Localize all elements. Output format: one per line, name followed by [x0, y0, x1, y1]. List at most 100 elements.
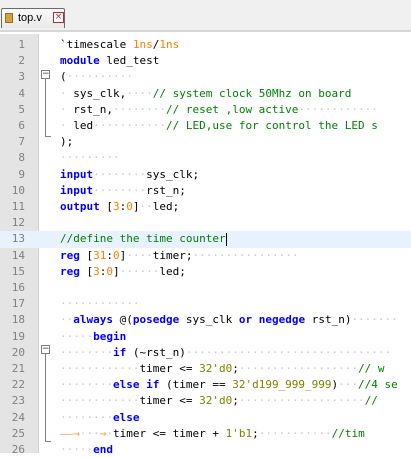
code-token: · — [60, 86, 67, 100]
code-token: negedge — [258, 313, 306, 327]
code-token: ; — [232, 362, 239, 375]
code-token: ; — [252, 426, 259, 440]
code-token: ················ — [192, 248, 299, 262]
code-line[interactable]: 8 ········· — [0, 150, 411, 166]
line-number: 24 — [11, 410, 25, 424]
line-number: 6 — [18, 119, 25, 132]
tab-bar: top.v × — [0, 0, 411, 32]
tab-divider — [0, 30, 411, 32]
code-line[interactable]: 16 — [0, 280, 411, 296]
code-text: · rst_n,········// reset ,low active····… — [60, 102, 378, 118]
code-token: 3 — [113, 200, 120, 213]
code-token: posedge — [132, 313, 180, 327]
code-token: ············ — [298, 102, 378, 116]
code-token: 1ns — [132, 38, 153, 51]
code-token: 32'd0 — [199, 362, 233, 375]
code-token: : — [106, 248, 113, 262]
code-token: sys_clk, — [66, 86, 127, 100]
code-token: 0 — [106, 264, 113, 278]
code-token: //tim — [331, 426, 365, 440]
fold-collapse-icon[interactable]: − — [41, 70, 50, 79]
code-line[interactable]: 12 — [0, 215, 411, 231]
tab-top-v[interactable]: top.v × — [1, 8, 65, 28]
line-number: 1 — [18, 38, 25, 51]
code-line[interactable]: 6 · led···········// LED,use for control … — [0, 118, 411, 134]
code-text: ············ — [60, 296, 139, 312]
code-text: ············timer <= 32'd0;·············… — [60, 393, 378, 409]
code-line[interactable]: 25 ——→···→·timer <= timer + 1'b1;········… — [0, 426, 411, 442]
close-icon[interactable]: × — [53, 12, 64, 23]
code-token: input — [60, 167, 94, 181]
code-token: 1'b1 — [225, 426, 253, 440]
code-line[interactable]: 1 `timescale 1ns/1ns — [0, 37, 411, 53]
code-token: else — [112, 410, 140, 424]
code-line[interactable]: 23 ············timer <= 32'd0;···········… — [0, 393, 411, 409]
code-line[interactable]: 5 · rst_n,········// reset ,low active···… — [0, 102, 411, 118]
code-token: //4 se — [358, 378, 398, 392]
code-token: ········ — [112, 102, 166, 116]
code-token: timer <= — [139, 362, 200, 375]
code-token: ········ — [93, 167, 147, 181]
code-token: ] — [132, 200, 140, 213]
code-text: input········sys_clk; — [60, 167, 199, 183]
code-line[interactable]: 2 module led_test — [0, 53, 411, 69]
code-line[interactable]: 3 (·········· — [0, 69, 411, 85]
code-text: ············timer <= 32'd0;·············… — [60, 361, 385, 377]
code-editor[interactable]: 1 `timescale 1ns/1ns 2 module led_test 3 (···… — [0, 34, 411, 456]
line-number: 2 — [18, 54, 25, 68]
code-token: ; — [232, 394, 239, 408]
code-text: · sys_clk,····// system clock 50Mhz on b… — [60, 86, 351, 102]
code-line[interactable]: 22 ········else if (timer == 32'd199_999_… — [0, 377, 411, 393]
code-token: rst_n) — [305, 313, 352, 327]
code-line[interactable]: 11 output [3:0]··led; — [0, 199, 411, 215]
code-token: ········ — [60, 378, 113, 392]
tab-label: top.v — [18, 12, 42, 24]
code-token: · — [60, 119, 67, 132]
line-number: 12 — [11, 216, 25, 230]
code-line[interactable]: 18 ··always @(posedge sys_clk or negedge … — [0, 312, 411, 328]
line-number: 14 — [11, 248, 25, 262]
code-line[interactable]: 13 //define the time counter — [0, 231, 411, 248]
code-line[interactable]: 19 ·····begin — [0, 329, 411, 345]
code-token: ); — [60, 135, 74, 149]
code-token: timer <= timer + — [113, 426, 226, 440]
code-line[interactable]: 7); — [0, 134, 411, 150]
code-token: 31 — [93, 248, 107, 262]
code-line[interactable]: 10 input········rst_n; — [0, 183, 411, 199]
code-line[interactable]: 14 reg [31:0]····timer;················ — [0, 248, 411, 264]
code-line[interactable]: 9 input········sys_clk; — [0, 167, 411, 183]
code-line[interactable]: 17 ············ — [0, 296, 411, 312]
line-number: 11 — [11, 200, 25, 213]
code-text: ········if (~rst_n)·····················… — [60, 345, 391, 361]
code-token: else if — [112, 378, 160, 392]
code-text: ········else — [60, 410, 139, 426]
code-line[interactable]: 26 ·····end — [0, 442, 411, 458]
line-number: 20 — [11, 345, 25, 359]
code-token: ········ — [60, 345, 113, 359]
code-token: rst_n; — [146, 183, 186, 197]
code-token: led; — [159, 264, 186, 278]
fold-collapse-icon[interactable]: − — [41, 345, 50, 354]
fold-guide — [45, 79, 46, 136]
code-line[interactable]: 15 reg [3:0]······led; — [0, 264, 411, 280]
line-number: 26 — [11, 443, 25, 456]
code-line[interactable]: 24 ········else — [0, 410, 411, 426]
code-text: //define the time counter — [60, 231, 227, 247]
code-token: `timescale — [60, 38, 133, 51]
code-token: // — [364, 394, 378, 408]
code-token: ····· — [60, 329, 94, 343]
code-token: led_test — [99, 54, 160, 68]
line-number: 16 — [11, 281, 25, 294]
line-number: 18 — [11, 313, 25, 327]
code-line[interactable]: 20 ········if (~rst_n)···················… — [0, 345, 411, 361]
code-text: ——→···→·timer <= timer + 1'b1;··········… — [60, 426, 365, 442]
code-line[interactable]: 4 · sys_clk,····// system clock 50Mhz on … — [0, 86, 411, 102]
code-token: [ — [79, 264, 94, 278]
code-token: reg — [60, 248, 80, 262]
code-token: ——→ — [60, 426, 80, 440]
code-token: // w — [358, 362, 385, 375]
code-text: output [3:0]··led; — [60, 199, 179, 215]
code-token: sys_clk — [179, 313, 239, 327]
code-line[interactable]: 21 ············timer <= 32'd0;···········… — [0, 361, 411, 377]
code-token: ···· — [126, 248, 153, 262]
